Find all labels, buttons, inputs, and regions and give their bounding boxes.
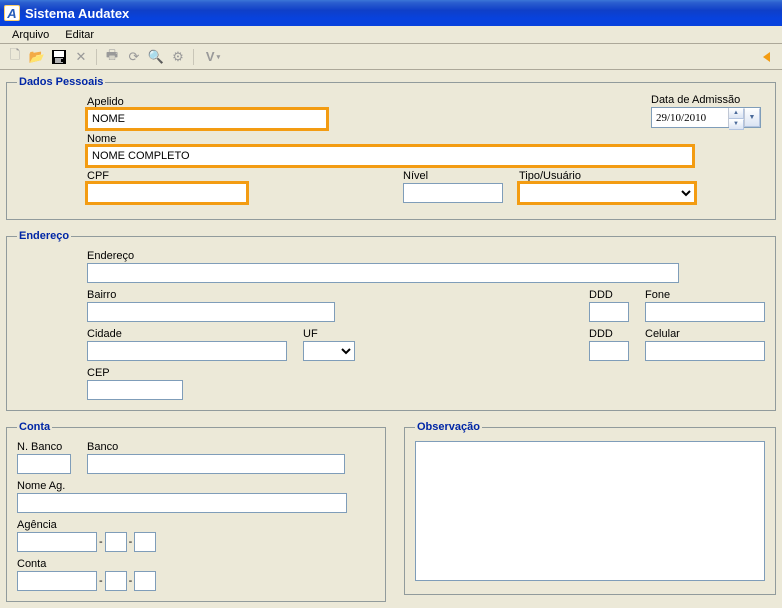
v-dropdown[interactable]: V▾ — [200, 48, 226, 66]
cpf-label: CPF — [87, 170, 247, 182]
cpf-input[interactable] — [87, 183, 247, 203]
ddd1-label: DDD — [589, 289, 629, 301]
spinner-down-icon[interactable]: ▼ — [729, 119, 744, 130]
config-icon[interactable]: ⚙ — [169, 48, 187, 66]
observacao-legend: Observação — [415, 421, 482, 433]
agencia-label: Agência — [17, 519, 375, 531]
nome-input[interactable] — [87, 146, 693, 166]
nome-label: Nome — [87, 133, 693, 145]
menu-arquivo[interactable]: Arquivo — [4, 29, 57, 41]
endereco-label: Endereço — [87, 250, 765, 262]
apelido-label: Apelido — [87, 96, 327, 108]
date-spinner[interactable]: ▲ ▼ — [728, 108, 744, 127]
tipo-select[interactable] — [519, 183, 695, 203]
data-admissao-input[interactable] — [652, 108, 728, 127]
uf-label: UF — [303, 328, 355, 340]
endereco-input[interactable] — [87, 263, 679, 283]
refresh-icon[interactable]: ⟳ — [125, 48, 143, 66]
conta-input-1[interactable] — [17, 571, 97, 591]
bairro-input[interactable] — [87, 302, 335, 322]
uf-select[interactable] — [303, 341, 355, 361]
toolbar-separator — [193, 49, 194, 65]
titlebar: A Sistema Audatex — [0, 0, 782, 26]
ddd1-input[interactable] — [589, 302, 629, 322]
cep-label: CEP — [87, 367, 183, 379]
menu-editar[interactable]: Editar — [57, 29, 102, 41]
toolbar-separator — [96, 49, 97, 65]
data-admissao-block: Data de Admissão ▲ ▼ ▼ — [651, 94, 761, 128]
date-dropdown-icon[interactable]: ▼ — [744, 108, 760, 127]
dados-pessoais-legend: Dados Pessoais — [17, 76, 105, 88]
banco-input[interactable] — [87, 454, 345, 474]
agencia-input-2[interactable] — [105, 532, 127, 552]
open-icon[interactable]: 📂 — [28, 48, 46, 66]
dash: - — [127, 532, 135, 552]
nbanco-input[interactable] — [17, 454, 71, 474]
print-icon[interactable]: 🖶 — [103, 48, 121, 66]
menubar: Arquivo Editar — [0, 26, 782, 44]
agencia-input-1[interactable] — [17, 532, 97, 552]
observacao-textarea[interactable] — [415, 441, 765, 581]
new-icon[interactable]: 🗋 — [6, 48, 24, 66]
celular-input[interactable] — [645, 341, 765, 361]
fone-input[interactable] — [645, 302, 765, 322]
window-title: Sistema Audatex — [25, 6, 129, 21]
dash: - — [97, 571, 105, 591]
apelido-input[interactable] — [87, 109, 327, 129]
observacao-group: Observação — [404, 421, 776, 595]
find-icon[interactable]: 🔍 — [147, 48, 165, 66]
conta-legend: Conta — [17, 421, 52, 433]
agencia-input-3[interactable] — [134, 532, 156, 552]
endereco-group: Endereço Endereço Bairro DDD Fone — [6, 230, 776, 411]
back-arrow-icon[interactable] — [758, 48, 776, 66]
nbanco-label: N. Banco — [17, 441, 71, 453]
ddd2-input[interactable] — [589, 341, 629, 361]
bairro-label: Bairro — [87, 289, 335, 301]
data-admissao-label: Data de Admissão — [651, 94, 761, 106]
spinner-up-icon[interactable]: ▲ — [729, 108, 744, 119]
conta-group: Conta N. Banco Banco Nome Ag. Agência — [6, 421, 386, 602]
nivel-label: Nível — [403, 170, 503, 182]
nomeag-label: Nome Ag. — [17, 480, 375, 492]
dash: - — [97, 532, 105, 552]
cep-input[interactable] — [87, 380, 183, 400]
celular-label: Celular — [645, 328, 765, 340]
banco-label: Banco — [87, 441, 345, 453]
nivel-input[interactable] — [403, 183, 503, 203]
conta-input-2[interactable] — [105, 571, 127, 591]
dados-pessoais-group: Dados Pessoais Data de Admissão ▲ ▼ ▼ Ap… — [6, 76, 776, 220]
cidade-label: Cidade — [87, 328, 287, 340]
dash: - — [127, 571, 135, 591]
cidade-input[interactable] — [87, 341, 287, 361]
fone-label: Fone — [645, 289, 765, 301]
conta-label: Conta — [17, 558, 375, 570]
ddd2-label: DDD — [589, 328, 629, 340]
data-admissao-picker[interactable]: ▲ ▼ ▼ — [651, 107, 761, 128]
conta-input-3[interactable] — [134, 571, 156, 591]
nomeag-input[interactable] — [17, 493, 347, 513]
endereco-legend: Endereço — [17, 230, 71, 242]
tipo-label: Tipo/Usuário — [519, 170, 695, 182]
toolbar: 🗋 📂 ✕ 🖶 ⟳ 🔍 ⚙ V▾ — [0, 44, 782, 70]
app-icon: A — [4, 5, 20, 21]
save-icon[interactable] — [50, 48, 68, 66]
delete-icon[interactable]: ✕ — [72, 48, 90, 66]
